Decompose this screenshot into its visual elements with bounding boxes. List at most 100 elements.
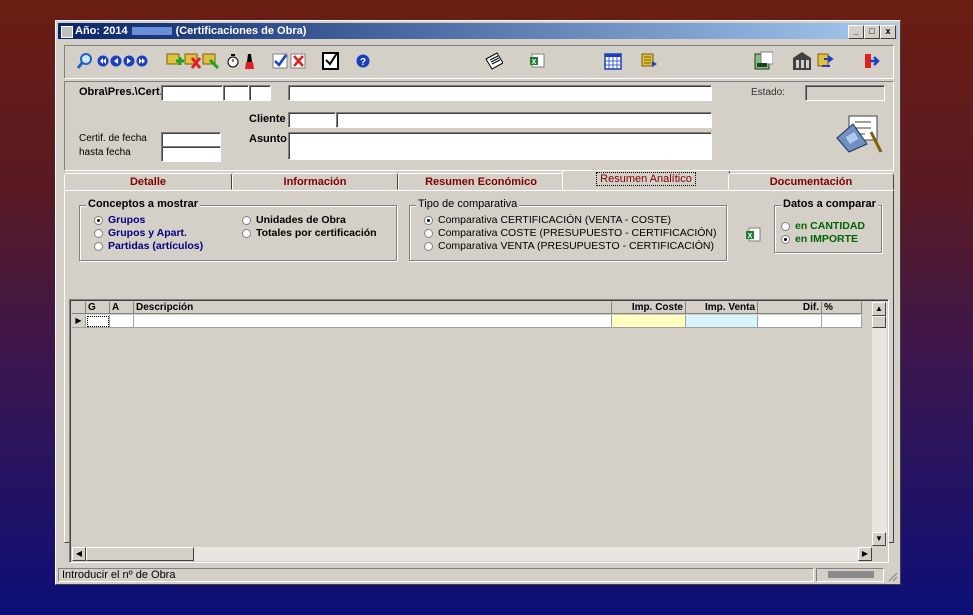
transfer-icon[interactable] — [815, 51, 835, 71]
radio-grupos-apart[interactable] — [94, 228, 103, 238]
close-button[interactable]: x — [880, 25, 896, 39]
column-header-imp-venta[interactable]: Imp. Venta — [686, 302, 758, 314]
table-cell-g[interactable] — [86, 315, 110, 328]
minimize-button[interactable]: _ — [848, 25, 864, 39]
excel-icon[interactable]: X — [527, 51, 547, 71]
estado-field — [805, 85, 885, 101]
table-cell-dif[interactable] — [758, 315, 822, 328]
main-window: Año: 2014 (Certificaciones de Obra) _ □ x… — [55, 20, 901, 585]
calculator-large-icon[interactable] — [833, 112, 883, 154]
scroll-thumb-vertical[interactable] — [872, 316, 886, 328]
status-bar: Introducir el nº de Obra — [58, 568, 898, 582]
horizontal-scrollbar[interactable]: ◀ ▶ — [72, 547, 872, 561]
cliente-name-input[interactable] — [336, 112, 712, 128]
pen-icon[interactable] — [241, 51, 261, 71]
table-cell-descripcion[interactable] — [134, 315, 612, 328]
tab-detalle[interactable]: Detalle — [64, 173, 232, 190]
exit-icon[interactable] — [861, 51, 881, 71]
first-record-icon[interactable] — [97, 51, 109, 71]
data-grid: G A Descripción Imp. Coste Imp. Venta Di… — [69, 299, 889, 563]
cliente-code-input[interactable] — [288, 112, 336, 128]
option-comparativa-venta[interactable]: Comparativa VENTA (PRESUPUESTO - CERTIFI… — [424, 240, 714, 252]
checklist-icon[interactable] — [321, 51, 341, 71]
radio-en-importe[interactable] — [781, 234, 790, 244]
maximize-button[interactable]: □ — [864, 25, 880, 39]
option-en-importe[interactable]: en IMPORTE — [781, 233, 858, 245]
document-icon[interactable] — [483, 51, 503, 71]
comparativa-title: Tipo de comparativa — [416, 198, 520, 210]
row-indicator[interactable]: ▶ — [72, 315, 86, 328]
add-record-icon[interactable] — [165, 51, 185, 71]
asunto-input[interactable] — [288, 132, 712, 160]
calendar-icon[interactable] — [603, 51, 623, 71]
comparativa-group: Tipo de comparativa Comparativa CERTIFIC… — [409, 198, 727, 261]
print-icon[interactable] — [639, 51, 659, 71]
scroll-thumb-horizontal[interactable] — [86, 547, 194, 561]
tab-strip: Detalle Información Resumen Económico Re… — [64, 170, 894, 191]
tab-documentacion[interactable]: Documentación — [728, 173, 894, 190]
option-partidas[interactable]: Partidas (artículos) — [94, 240, 203, 252]
column-header-a[interactable]: A — [110, 302, 134, 314]
status-redacted — [828, 571, 874, 578]
column-header-dif[interactable]: Dif. — [758, 302, 822, 314]
scroll-down-button[interactable]: ▼ — [872, 532, 886, 546]
certif-fecha-label: Certif. de fecha — [79, 133, 147, 144]
building-icon[interactable] — [791, 51, 811, 71]
title-bar[interactable]: Año: 2014 (Certificaciones de Obra) _ □ x — [58, 23, 898, 39]
vertical-scrollbar[interactable]: ▲ ▼ — [872, 302, 887, 546]
radio-comparativa-coste[interactable] — [424, 228, 433, 238]
edit-record-icon[interactable] — [201, 51, 221, 71]
scroll-up-button[interactable]: ▲ — [872, 302, 886, 316]
table-cell-a[interactable] — [110, 315, 134, 328]
calculator-icon[interactable] — [753, 51, 773, 71]
toolbar: ? X — [64, 45, 894, 79]
option-unidades-obra[interactable]: Unidades de Obra — [242, 214, 346, 226]
certificacion-input[interactable] — [249, 85, 271, 101]
datos-group: Datos a comparar en CANTIDAD en IMPORTE — [774, 198, 882, 253]
radio-grupos[interactable] — [94, 215, 103, 225]
datos-title: Datos a comparar — [781, 198, 878, 210]
column-header-g[interactable]: G — [86, 302, 110, 314]
radio-partidas[interactable] — [94, 241, 103, 251]
column-header-imp-coste[interactable]: Imp. Coste — [612, 302, 686, 314]
resize-grip[interactable] — [886, 570, 898, 582]
status-message: Introducir el nº de Obra — [58, 568, 814, 582]
next-record-icon[interactable] — [123, 51, 135, 71]
column-header-descripcion[interactable]: Descripción — [134, 302, 612, 314]
obra-label: Obra\Pres.\Cert. — [79, 86, 163, 98]
option-comparativa-certificacion[interactable]: Comparativa CERTIFICACIÓN (VENTA - COSTE… — [424, 214, 671, 226]
table-cell-imp-venta[interactable] — [686, 315, 758, 328]
column-header-percent[interactable]: % — [822, 302, 862, 314]
export-excel-icon[interactable]: X — [745, 227, 761, 243]
option-comparativa-coste[interactable]: Comparativa COSTE (PRESUPUESTO - CERTIFI… — [424, 227, 717, 239]
help-icon[interactable]: ? — [353, 51, 373, 71]
option-grupos-apart[interactable]: Grupos y Apart. — [94, 227, 187, 239]
tab-resumen-economico[interactable]: Resumen Económico — [398, 173, 564, 190]
radio-comparativa-certificacion[interactable] — [424, 215, 433, 225]
scroll-left-button[interactable]: ◀ — [72, 547, 86, 561]
obra-input[interactable] — [161, 85, 223, 101]
hasta-fecha-input[interactable] — [161, 146, 221, 162]
radio-totales-certificacion[interactable] — [242, 228, 251, 238]
search-icon[interactable] — [75, 51, 95, 71]
accept-icon[interactable] — [271, 51, 291, 71]
title-redacted — [131, 27, 172, 36]
last-record-icon[interactable] — [136, 51, 148, 71]
obra-description-input[interactable] — [288, 85, 712, 101]
table-cell-imp-coste[interactable] — [612, 315, 686, 328]
presupuesto-input[interactable] — [223, 85, 249, 101]
scroll-right-button[interactable]: ▶ — [858, 547, 872, 561]
cancel-icon[interactable] — [289, 51, 309, 71]
radio-comparativa-venta[interactable] — [424, 241, 433, 251]
delete-record-icon[interactable] — [183, 51, 203, 71]
option-grupos[interactable]: Grupos — [94, 214, 145, 226]
table-cell-percent[interactable] — [822, 315, 862, 328]
previous-record-icon[interactable] — [110, 51, 122, 71]
timer-icon[interactable] — [223, 51, 243, 71]
tab-informacion[interactable]: Información — [232, 173, 398, 190]
tab-resumen-analitico[interactable]: Resumen Analítico — [562, 170, 730, 191]
option-totales-certificacion[interactable]: Totales por certificación — [242, 227, 377, 239]
option-en-cantidad[interactable]: en CANTIDAD — [781, 220, 865, 232]
radio-unidades-obra[interactable] — [242, 215, 251, 225]
radio-en-cantidad[interactable] — [781, 221, 790, 231]
